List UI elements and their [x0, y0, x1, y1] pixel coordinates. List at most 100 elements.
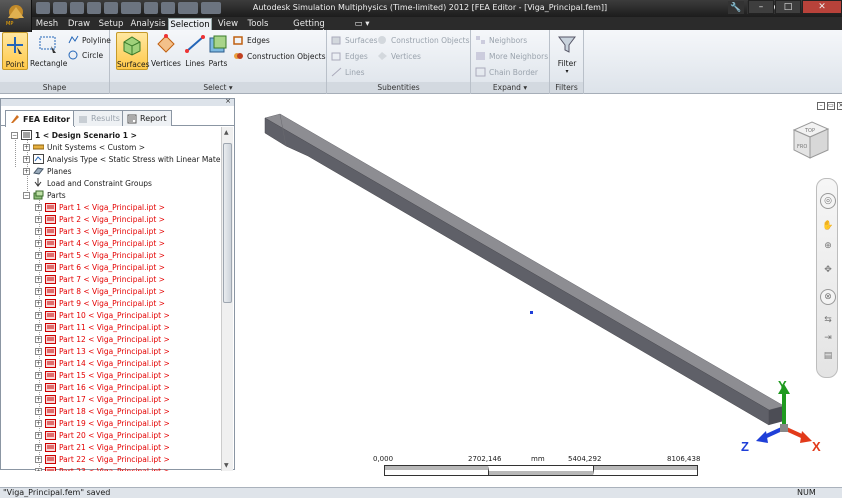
- construction-objects-button[interactable]: Construction Objects: [233, 50, 325, 62]
- chain-border-button[interactable]: Chain Border: [475, 66, 538, 78]
- viewport-minimize-icon[interactable]: –: [817, 102, 825, 110]
- expand-icon[interactable]: +: [35, 467, 42, 471]
- filter-button[interactable]: Filter ▾: [552, 32, 582, 75]
- tree-scrollbar[interactable]: ▲ ▼: [221, 127, 233, 471]
- expand-icon[interactable]: +: [23, 167, 30, 175]
- viewport-close-icon[interactable]: ×: [837, 102, 842, 110]
- expand-icon[interactable]: +: [35, 203, 42, 211]
- scrollbar-thumb[interactable]: [223, 143, 232, 303]
- expand-icon[interactable]: +: [23, 143, 30, 151]
- tree-part-item[interactable]: + Part 12 < Viga_Principal.ipt >: [35, 333, 170, 345]
- tree-root[interactable]: − 1 < Design Scenario 1 >: [11, 129, 137, 141]
- expand-icon[interactable]: +: [35, 263, 42, 271]
- tree-part-item[interactable]: + Part 11 < Viga_Principal.ipt >: [35, 321, 170, 333]
- tree-node-parts[interactable]: − Parts: [23, 189, 66, 201]
- expand-icon[interactable]: +: [35, 299, 42, 307]
- tree-part-item[interactable]: + Part 16 < Viga_Principal.ipt >: [35, 381, 170, 393]
- expand-icon[interactable]: +: [35, 215, 42, 223]
- rewind-icon[interactable]: ⇥: [820, 331, 836, 347]
- tree-part-item[interactable]: + Part 6 < Viga_Principal.ipt >: [35, 261, 165, 273]
- display-dropdown-icon[interactable]: [201, 2, 221, 14]
- polyline-button[interactable]: Polyline: [68, 34, 111, 46]
- expand-icon[interactable]: +: [35, 431, 42, 439]
- expand-icon[interactable]: +: [35, 323, 42, 331]
- display-options-icon[interactable]: ▤: [820, 349, 836, 365]
- open-icon[interactable]: [53, 2, 67, 14]
- expand-icon[interactable]: +: [35, 371, 42, 379]
- sub-vertices-button[interactable]: Vertices: [377, 50, 421, 62]
- close-button[interactable]: ✕: [802, 0, 842, 14]
- expand-icon[interactable]: +: [35, 227, 42, 235]
- point-button[interactable]: Point: [2, 32, 28, 70]
- tree-node-load-constraint[interactable]: Load and Constraint Groups: [33, 177, 152, 189]
- tree-node-planes[interactable]: + Planes: [23, 165, 71, 177]
- look-icon[interactable]: ⇆: [820, 313, 836, 329]
- expand-icon[interactable]: +: [35, 383, 42, 391]
- tree-part-item[interactable]: + Part 20 < Viga_Principal.ipt >: [35, 429, 170, 441]
- tree-part-item[interactable]: + Part 23 < Viga_Principal.ipt >: [35, 465, 170, 471]
- beam-model[interactable]: [264, 113, 785, 426]
- model-viewport[interactable]: Y X Z: [238, 98, 842, 470]
- print-icon[interactable]: [161, 2, 175, 14]
- circle-button[interactable]: Circle: [68, 49, 103, 61]
- tree-part-item[interactable]: + Part 18 < Viga_Principal.ipt >: [35, 405, 170, 417]
- expand-icon[interactable]: +: [23, 155, 30, 163]
- tree-part-item[interactable]: + Part 13 < Viga_Principal.ipt >: [35, 345, 170, 357]
- steering-wheel-icon[interactable]: ◎: [820, 193, 836, 209]
- select-panel-label[interactable]: Select ▾: [110, 82, 326, 93]
- expand-icon[interactable]: +: [35, 287, 42, 295]
- tree-part-item[interactable]: + Part 4 < Viga_Principal.ipt >: [35, 237, 165, 249]
- tree-part-item[interactable]: + Part 19 < Viga_Principal.ipt >: [35, 417, 170, 429]
- rectangle-button[interactable]: Rectangle: [30, 32, 67, 70]
- save-icon[interactable]: [70, 2, 84, 14]
- neighbors-button[interactable]: Neighbors: [475, 34, 527, 46]
- scroll-up-icon[interactable]: ▲: [224, 129, 229, 136]
- sub-construction-objects-button[interactable]: Construction Objects: [377, 34, 469, 46]
- model-canvas[interactable]: Y X Z: [238, 98, 842, 470]
- select-tool-icon[interactable]: [121, 2, 141, 14]
- surfaces-button[interactable]: Surfaces: [116, 32, 149, 70]
- expand-icon[interactable]: +: [35, 275, 42, 283]
- tree-part-item[interactable]: + Part 8 < Viga_Principal.ipt >: [35, 285, 165, 297]
- pane-close-icon[interactable]: ×: [225, 97, 231, 105]
- undo-icon[interactable]: [87, 2, 101, 14]
- tree-part-item[interactable]: + Part 22 < Viga_Principal.ipt >: [35, 453, 170, 465]
- zoom-icon[interactable]: ⊕: [820, 239, 836, 255]
- minimize-button[interactable]: –: [748, 0, 774, 14]
- tree-part-item[interactable]: + Part 14 < Viga_Principal.ipt >: [35, 357, 170, 369]
- expand-icon[interactable]: +: [35, 311, 42, 319]
- expand-icon[interactable]: +: [35, 347, 42, 355]
- expand-icon[interactable]: +: [35, 335, 42, 343]
- expand-icon[interactable]: +: [35, 443, 42, 451]
- tree-node-analysis-type[interactable]: + Analysis Type < Static Stress with Lin…: [23, 153, 221, 165]
- edges-button[interactable]: Edges: [233, 34, 270, 46]
- lines-button[interactable]: Lines: [184, 32, 206, 70]
- expand-icon[interactable]: +: [35, 455, 42, 463]
- new-icon[interactable]: [36, 2, 50, 14]
- orbit-icon[interactable]: ✥: [820, 263, 836, 279]
- tree-part-item[interactable]: + Part 15 < Viga_Principal.ipt >: [35, 369, 170, 381]
- pan-hand-icon[interactable]: ✋: [820, 219, 836, 235]
- collapse-icon[interactable]: −: [11, 131, 18, 139]
- tree-part-item[interactable]: + Part 5 < Viga_Principal.ipt >: [35, 249, 165, 261]
- collapse-icon[interactable]: −: [23, 191, 30, 199]
- tree-part-item[interactable]: + Part 3 < Viga_Principal.ipt >: [35, 225, 165, 237]
- tree-part-item[interactable]: + Part 21 < Viga_Principal.ipt >: [35, 441, 170, 453]
- expand-icon[interactable]: +: [35, 239, 42, 247]
- tab-report[interactable]: Report: [122, 110, 172, 126]
- tree-part-item[interactable]: + Part 2 < Viga_Principal.ipt >: [35, 213, 165, 225]
- view-cube-icon[interactable]: TOP FRO: [790, 118, 832, 162]
- tree-node-unit-systems[interactable]: + Unit Systems < Custom >: [23, 141, 145, 153]
- center-icon[interactable]: ⊗: [820, 289, 836, 305]
- viewport-restore-icon[interactable]: ▭: [827, 102, 835, 110]
- expand-icon[interactable]: +: [35, 395, 42, 403]
- tree-part-item[interactable]: + Part 17 < Viga_Principal.ipt >: [35, 393, 170, 405]
- redo-icon[interactable]: [104, 2, 118, 14]
- wrench-icon[interactable]: 🔧: [728, 1, 744, 14]
- more-neighbors-button[interactable]: More Neighbors: [475, 50, 548, 62]
- parts-button[interactable]: Parts: [207, 32, 229, 70]
- vertices-button[interactable]: Vertices: [150, 32, 182, 70]
- tree-part-item[interactable]: + Part 10 < Viga_Principal.ipt >: [35, 309, 170, 321]
- tab-results[interactable]: Results: [73, 110, 125, 126]
- view-cube[interactable]: TOP FRO: [790, 118, 832, 162]
